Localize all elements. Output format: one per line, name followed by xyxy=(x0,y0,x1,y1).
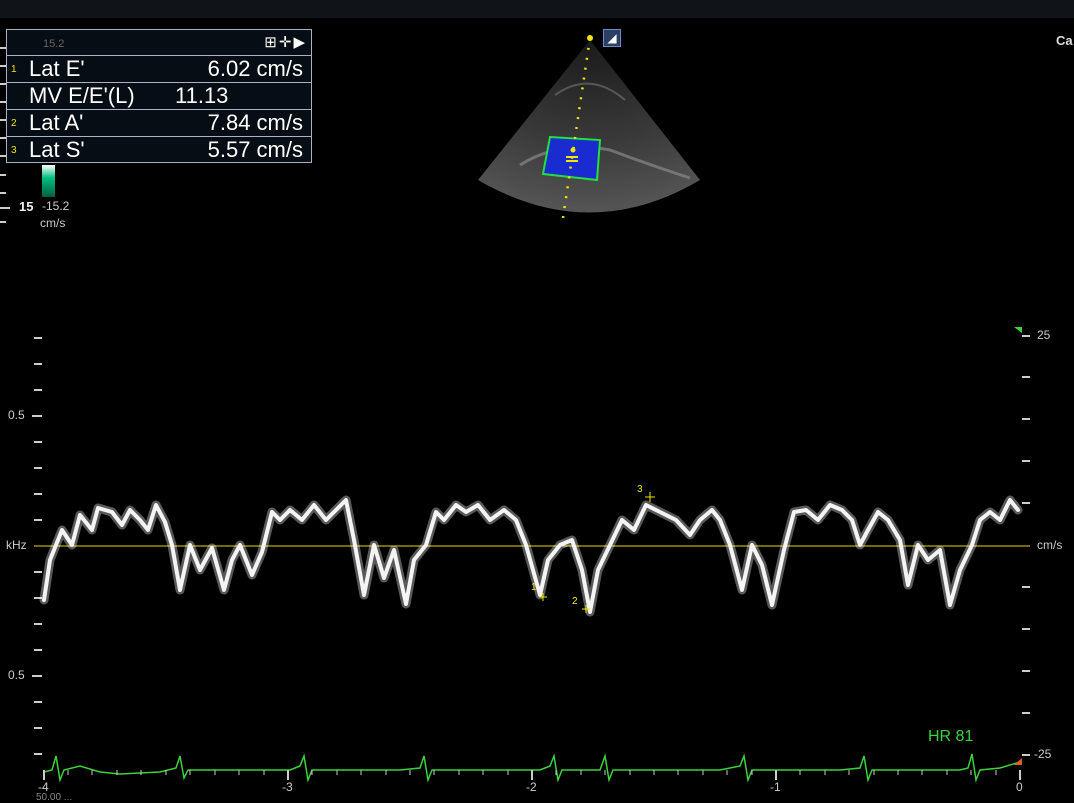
heart-rate-label: HR 81 xyxy=(928,728,974,745)
measurement-label: Lat S' xyxy=(29,137,85,162)
measurement-panel-header: 15.2 ⊞✛▶ xyxy=(7,30,311,56)
measurement-label: Lat A' xyxy=(29,110,84,135)
measurement-label: Lat E' xyxy=(29,56,85,81)
sector-image xyxy=(478,40,700,213)
marker-1-label[interactable]: 1 xyxy=(531,582,537,593)
measurement-value: 11.13 xyxy=(175,83,229,108)
measurement-value: 7.84 cm/s xyxy=(207,110,303,135)
marker-3-label[interactable]: 3 xyxy=(637,484,643,495)
measurement-index: 2 xyxy=(11,118,17,129)
color-scale-bottom-label: -15.2 xyxy=(42,199,70,213)
time-axis-label: -1 xyxy=(770,780,781,794)
right-axis-unit: cm/s xyxy=(1037,538,1063,552)
measurement-index: 1 xyxy=(11,64,17,75)
expand-icon[interactable]: ⊞ xyxy=(264,34,279,51)
measurement-row[interactable]: 3 Lat S' 5.57 cm/s xyxy=(7,137,311,163)
top-right-label: Ca xyxy=(1056,33,1073,48)
left-axis-label-top: 0.5 xyxy=(8,408,25,422)
left-axis-label-bottom: 0.5 xyxy=(8,668,25,682)
marker-2-label[interactable]: 2 xyxy=(572,596,578,607)
measurement-value: 5.57 cm/s xyxy=(207,137,303,162)
color-scale-top-label: 15.2 xyxy=(43,38,65,50)
move-icon[interactable]: ✛ xyxy=(279,34,294,51)
right-axis-label-bottom: -25 xyxy=(1034,747,1052,761)
time-axis-label: -3 xyxy=(282,780,293,794)
depth-label: 15 xyxy=(19,199,34,214)
time-axis-label: 0 xyxy=(1016,780,1023,794)
measurement-label: MV E/E'(L) xyxy=(29,83,135,108)
arrow-right-icon[interactable]: ▶ xyxy=(293,34,307,51)
measurement-row[interactable]: MV E/E'(L) 11.13 xyxy=(7,83,311,110)
color-scale-unit: cm/s xyxy=(40,216,66,230)
measurement-value: 6.02 cm/s xyxy=(207,56,303,81)
probe-orientation-icon[interactable]: ◢ xyxy=(603,29,621,47)
measurement-index: 3 xyxy=(11,145,17,156)
left-axis-unit: kHz xyxy=(6,538,27,552)
measurement-row[interactable]: 2 Lat A' 7.84 cm/s xyxy=(7,110,311,137)
right-axis-label-top: 25 xyxy=(1037,328,1051,342)
tissue-doppler-trace xyxy=(39,495,1023,617)
time-axis-label: -2 xyxy=(526,780,537,794)
panel-controls[interactable]: ⊞✛▶ xyxy=(264,33,307,51)
color-scale-bar xyxy=(42,165,55,197)
measurement-panel: 15.2 ⊞✛▶ 1 Lat E' 6.02 cm/s MV E/E'(L) 1… xyxy=(6,29,312,163)
measurement-row[interactable]: 1 Lat E' 6.02 cm/s xyxy=(7,56,311,83)
